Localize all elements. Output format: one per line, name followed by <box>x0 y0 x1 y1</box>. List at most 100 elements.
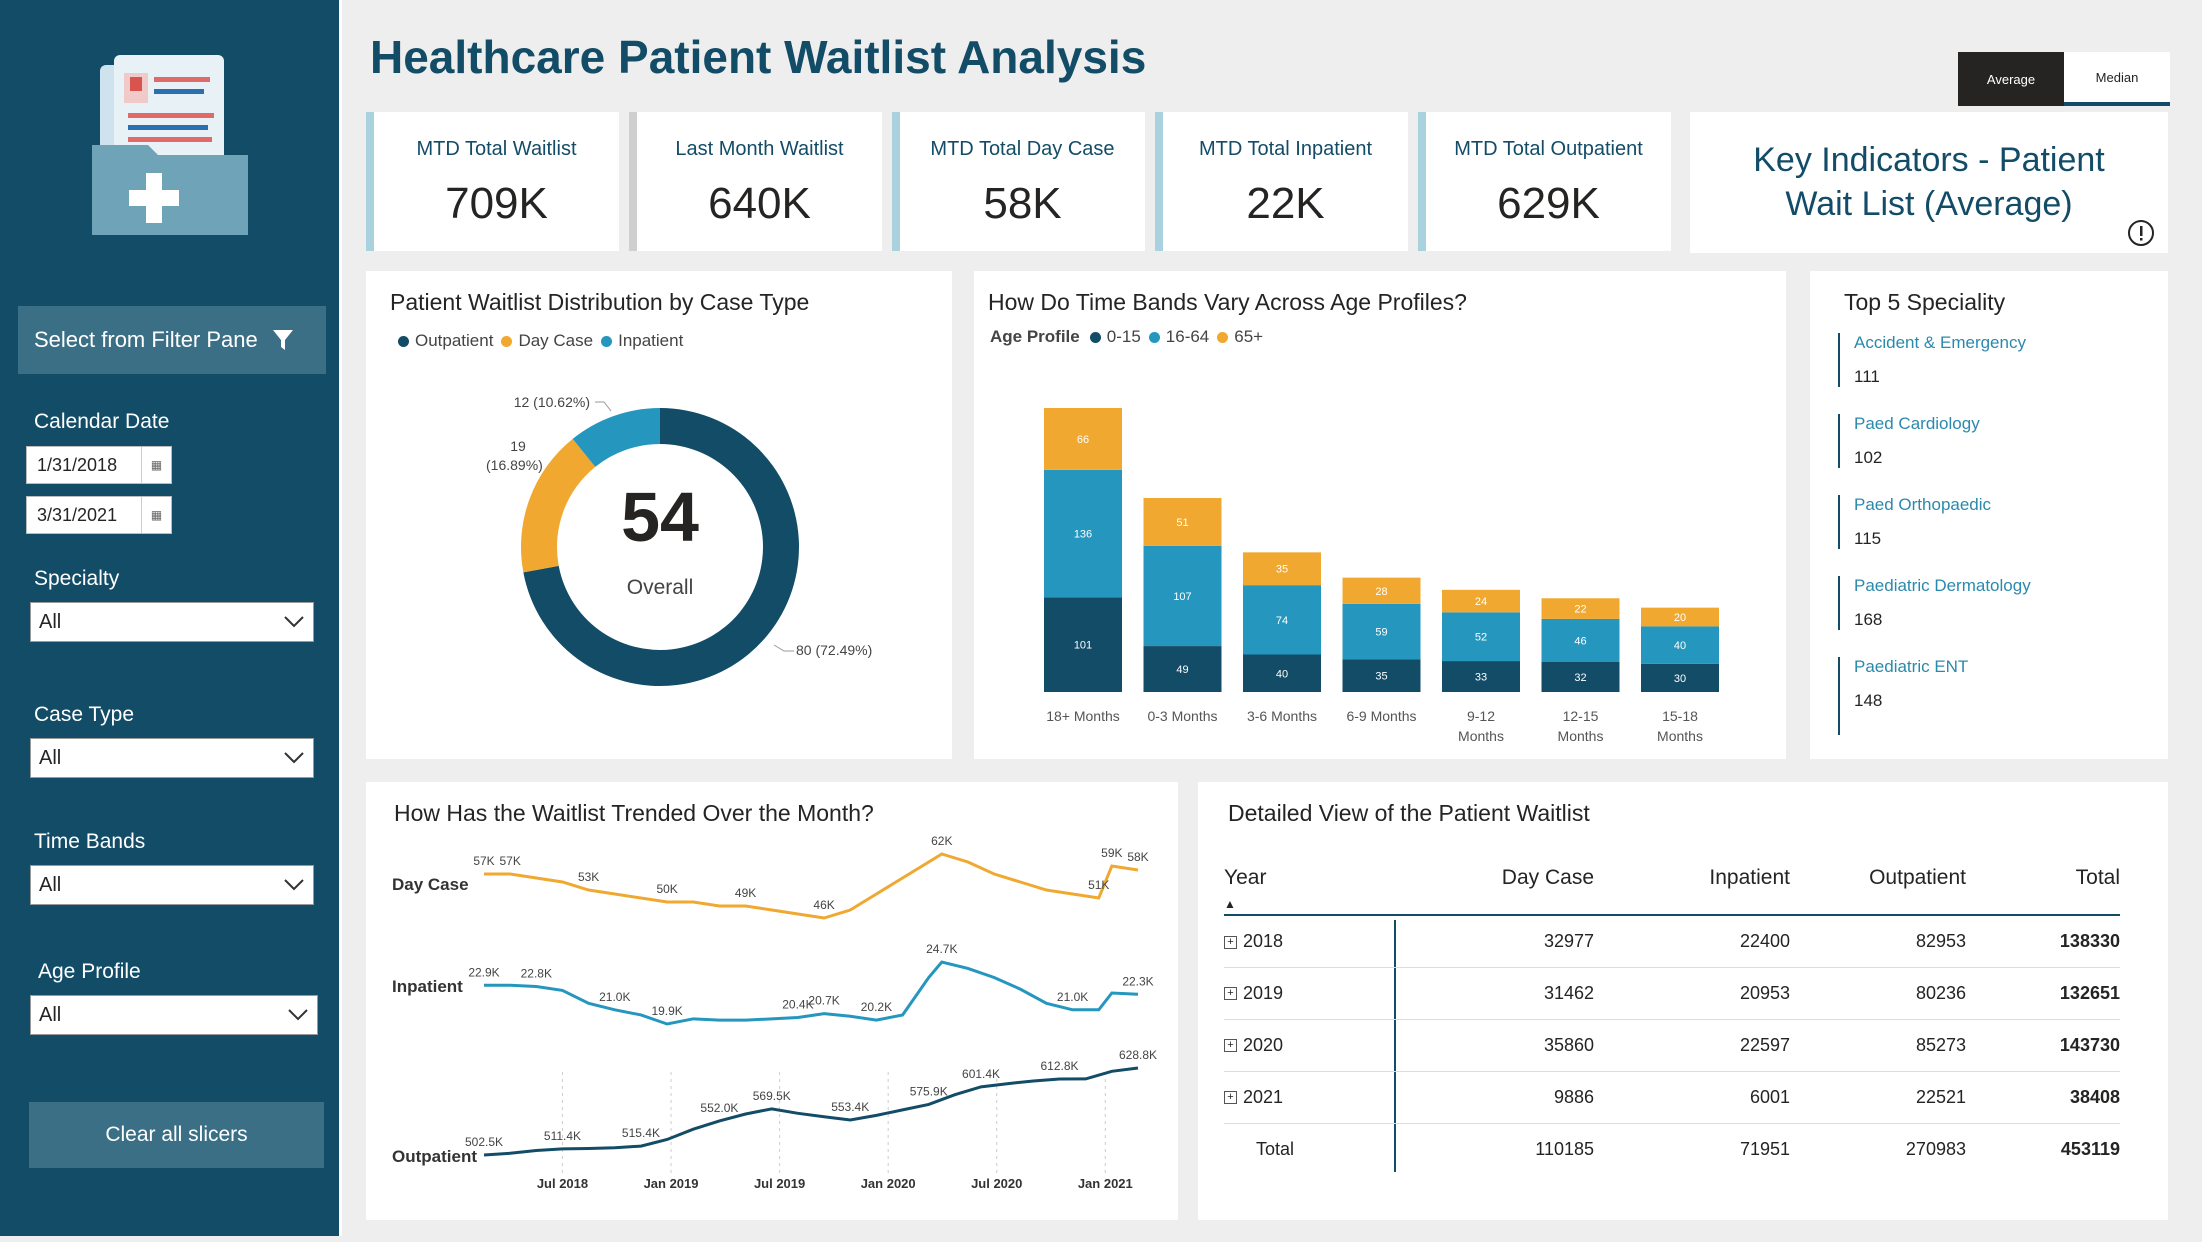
expand-icon[interactable]: + <box>1224 935 1237 949</box>
expand-icon[interactable]: + <box>1224 1091 1237 1105</box>
bar-data-label: 40 <box>1276 668 1288 680</box>
column-header-year[interactable]: Year ▲ <box>1224 852 1394 916</box>
day-case-cell: 9886 <box>1394 1071 1594 1124</box>
inpatient-cell: 6001 <box>1594 1071 1790 1124</box>
bar-data-label: 74 <box>1276 615 1288 627</box>
bar-data-label: 66 <box>1077 434 1089 446</box>
speciality-name: Paediatric ENT <box>1854 657 1969 676</box>
trend-data-label: 57K <box>473 854 494 868</box>
speciality-name: Paed Orthopaedic <box>1854 495 1992 514</box>
start-date-input[interactable]: 1/31/2018 ▦ <box>26 446 172 484</box>
speciality-name: Paediatric Dermatology <box>1854 576 2031 595</box>
speciality-title: Top 5 Speciality <box>1844 289 2006 315</box>
trend-data-label: 62K <box>931 834 952 848</box>
kpi-card-mtd-outpatient: MTD Total Outpatient 629K <box>1418 112 1671 251</box>
kpi-label: MTD Total Day Case <box>930 138 1115 160</box>
column-header-total[interactable]: Total <box>1966 852 2120 916</box>
x-tick-label: Jan 2021 <box>1078 1176 1133 1191</box>
expand-icon[interactable]: + <box>1224 1039 1237 1053</box>
time-bands-value: All <box>39 873 62 896</box>
speciality-name: Paed Cardiology <box>1854 414 1980 433</box>
kpi-label: MTD Total Waitlist <box>416 138 577 160</box>
bar-data-label: 24 <box>1475 596 1487 608</box>
info-icon[interactable] <box>2126 218 2156 248</box>
table-row: +2018 32977 22400 82953 138330 <box>1224 915 2120 968</box>
trend-data-label: 20.2K <box>861 1000 892 1014</box>
x-tick-label: Jul 2019 <box>754 1176 805 1191</box>
donut-label-inpatient: 12 (10.62%) <box>514 394 590 410</box>
total-cell: 143730 <box>1966 1019 2120 1072</box>
case-type-dropdown[interactable]: All <box>30 738 314 778</box>
end-date-value: 3/31/2021 <box>37 504 118 525</box>
year-cell[interactable]: +2019 <box>1224 967 1394 1020</box>
average-toggle[interactable]: Average <box>1958 52 2064 106</box>
speciality-item[interactable]: Paed Orthopaedic 115 <box>1838 495 2138 549</box>
speciality-item[interactable]: Paed Cardiology 102 <box>1838 414 2138 468</box>
age-profile-dropdown[interactable]: All <box>30 995 318 1035</box>
year-cell[interactable]: +2021 <box>1224 1071 1394 1124</box>
row-label: Day Case <box>392 875 469 894</box>
x-tick-label: Months <box>1558 728 1604 744</box>
time-bands-dropdown[interactable]: All <box>30 865 314 905</box>
trend-data-label: 628.8K <box>1119 1048 1157 1062</box>
year-cell[interactable]: +2018 <box>1224 915 1394 968</box>
specialty-value: All <box>39 610 62 633</box>
total-cell: 132651 <box>1966 967 2120 1020</box>
page-title: Healthcare Patient Waitlist Analysis <box>370 31 1147 83</box>
total-cell: 38408 <box>1966 1071 2120 1124</box>
table-row: +2021 9886 6001 22521 38408 <box>1224 1071 2120 1124</box>
calendar-icon[interactable]: ▦ <box>141 497 171 533</box>
filter-pane-label: Select from Filter Pane <box>34 327 258 352</box>
bar-data-label: 40 <box>1674 640 1686 652</box>
trend-line-day-case[interactable] <box>484 852 1139 920</box>
speciality-item[interactable]: Accident & Emergency 111 <box>1838 333 2138 387</box>
x-tick-label: 12-15 <box>1563 708 1599 724</box>
clear-all-slicers-button[interactable]: Clear all slicers <box>29 1102 324 1168</box>
median-toggle[interactable]: Median <box>2064 52 2170 106</box>
trend-data-label: 53K <box>578 870 599 884</box>
kpi-value: 22K <box>1246 179 1325 228</box>
kpi-card-mtd-total-waitlist: MTD Total Waitlist 709K <box>366 112 619 251</box>
speciality-item[interactable]: Paediatric Dermatology 168 <box>1838 576 2138 630</box>
kpi-label: MTD Total Inpatient <box>1198 138 1373 160</box>
donut-chart-card: Patient Waitlist Distribution by Case Ty… <box>366 271 952 759</box>
column-header-outpatient[interactable]: Outpatient <box>1790 852 1966 916</box>
kpi-card-mtd-day-case: MTD Total Day Case 58K <box>892 112 1145 251</box>
trend-data-label: 575.9K <box>910 1084 948 1098</box>
trend-line-outpatient[interactable] <box>483 1066 1139 1157</box>
speciality-value: 115 <box>1854 529 1882 548</box>
kpi-label: MTD Total Outpatient <box>1454 138 1643 160</box>
x-tick-label: 15-18 <box>1662 708 1698 724</box>
trend-data-label: 49K <box>735 886 756 900</box>
expand-icon[interactable]: + <box>1224 987 1237 1001</box>
column-header-inpatient[interactable]: Inpatient <box>1594 852 1790 916</box>
specialty-dropdown[interactable]: All <box>30 602 314 642</box>
total-cell: 138330 <box>1966 915 2120 968</box>
speciality-value: 148 <box>1854 691 1883 710</box>
calendar-icon[interactable]: ▦ <box>141 447 171 483</box>
filter-sidebar: Select from Filter Pane Calendar Date 1/… <box>0 0 342 1236</box>
x-tick-label: 6-9 Months <box>1346 708 1416 724</box>
detail-table-title: Detailed View of the Patient Waitlist <box>1228 800 1590 826</box>
year-cell[interactable]: +2020 <box>1224 1019 1394 1072</box>
trend-data-label: 22.3K <box>1122 974 1153 988</box>
speciality-value: 102 <box>1854 448 1883 467</box>
day-case-cell: 32977 <box>1394 915 1594 968</box>
select-filter-pane-button[interactable]: Select from Filter Pane <box>18 306 326 374</box>
speciality-item[interactable]: Paediatric ENT 148 <box>1838 657 2138 735</box>
trend-data-label: 59K <box>1101 846 1122 860</box>
kpi-value: 58K <box>983 179 1062 228</box>
x-tick-label: Months <box>1458 728 1504 744</box>
x-tick-label: Jul 2018 <box>537 1176 588 1191</box>
speciality-value: 168 <box>1854 610 1883 629</box>
column-header-day-case[interactable]: Day Case <box>1394 852 1594 916</box>
kpi-value: 709K <box>445 179 548 228</box>
end-date-input[interactable]: 3/31/2021 ▦ <box>26 496 172 534</box>
bar-data-label: 107 <box>1173 591 1191 603</box>
donut-center-label: Overall <box>627 576 694 599</box>
kpi-card-last-month-waitlist: Last Month Waitlist 640K <box>629 112 882 251</box>
trend-data-label: 502.5K <box>465 1135 503 1149</box>
day-case-cell: 35860 <box>1394 1019 1594 1072</box>
stacked-bar-chart: 101 136 66 18+ Months 49 107 51 0-3 Months 40 74 3… <box>1044 408 1719 744</box>
outpatient-cell: 82953 <box>1790 915 1966 968</box>
